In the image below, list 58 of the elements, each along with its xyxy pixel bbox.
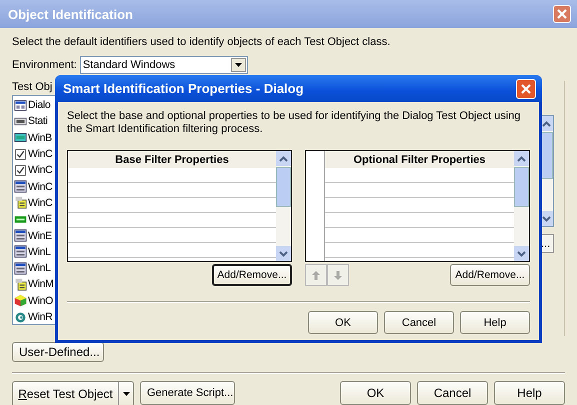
dialog-button[interactable]: OK bbox=[340, 381, 411, 405]
test-object-item[interactable]: Dialo bbox=[13, 97, 57, 114]
scroll-up-icon bbox=[517, 156, 526, 162]
test-object-item[interactable]: Stati bbox=[13, 113, 57, 130]
test-object-item[interactable]: WinL bbox=[13, 260, 57, 276]
dialog-button[interactable]: Cancel bbox=[417, 381, 488, 405]
generate-script-button[interactable]: Generate Script... bbox=[140, 381, 235, 405]
scroll-down-icon bbox=[279, 250, 288, 256]
window-title: Object Identification bbox=[8, 6, 134, 22]
form-icon bbox=[14, 180, 27, 194]
dialog-button[interactable]: Help bbox=[494, 381, 565, 405]
add-remove-button[interactable]: Add/Remove... bbox=[212, 264, 292, 286]
form-icon bbox=[14, 229, 27, 242]
scroll-down-icon bbox=[517, 250, 526, 256]
dropdown-arrow-icon bbox=[122, 392, 130, 396]
scroll-up-icon bbox=[279, 156, 288, 162]
test-object-item[interactable]: WinL bbox=[13, 244, 57, 260]
up-arrow-icon bbox=[311, 270, 321, 280]
reset-split-button[interactable]: Reset Test Object bbox=[12, 381, 134, 405]
add-remove-button[interactable]: Add/Remove... bbox=[450, 264, 530, 286]
test-object-item[interactable]: WinC bbox=[13, 162, 57, 178]
description-text: Select the default identifiers used to identify objects of each Test Object class. bbox=[12, 36, 392, 48]
test-object-item[interactable]: WinC bbox=[13, 146, 57, 162]
test-object-item[interactable]: WinM bbox=[13, 276, 57, 293]
dialog-button[interactable]: Help bbox=[460, 311, 530, 334]
column-header: Base Filter Properties bbox=[68, 151, 276, 168]
dialog-button[interactable]: OK bbox=[308, 311, 378, 334]
dialog-title: Smart Identification Properties - Dialog bbox=[63, 81, 305, 96]
button-icon bbox=[14, 131, 27, 144]
environment-label: Environment: bbox=[12, 59, 77, 71]
scroll-down-icon bbox=[542, 216, 551, 222]
test-object-item[interactable]: WinO bbox=[13, 292, 57, 309]
scrollbar[interactable] bbox=[514, 151, 529, 261]
document-icon bbox=[14, 196, 27, 210]
test-object-item[interactable]: WinC bbox=[13, 178, 57, 195]
test-object-item[interactable]: WinB bbox=[13, 130, 57, 146]
close-icon bbox=[521, 84, 531, 94]
test-objects-label: Test Obj bbox=[12, 81, 54, 93]
user-defined-button[interactable]: User-Defined... bbox=[12, 342, 104, 362]
cube-icon bbox=[14, 294, 27, 308]
test-object-item[interactable]: WinE bbox=[13, 227, 57, 244]
close-button[interactable] bbox=[553, 5, 571, 23]
test-object-item[interactable]: WinC bbox=[13, 194, 57, 212]
test-object-item[interactable]: WinE bbox=[13, 211, 57, 228]
form-icon bbox=[14, 245, 27, 258]
dialog-button[interactable]: Cancel bbox=[384, 311, 454, 334]
dropdown-arrow-icon bbox=[234, 63, 242, 67]
close-button[interactable] bbox=[516, 78, 536, 98]
form-icon bbox=[14, 262, 27, 275]
down-arrow-icon bbox=[333, 270, 343, 280]
scrollbar[interactable] bbox=[276, 151, 291, 261]
dialog-description: Select the base and optional properties to be used for identifying the Dialog Test Object using the Smart Identification filtering process. bbox=[67, 110, 522, 136]
close-icon bbox=[557, 9, 567, 19]
environment-dropdown[interactable]: Standard Windows bbox=[80, 56, 248, 74]
test-object-item[interactable]: WinR bbox=[13, 308, 57, 324]
document-icon bbox=[14, 278, 27, 291]
column-header: Optional Filter Properties bbox=[325, 151, 514, 168]
scroll-up-icon bbox=[542, 120, 551, 126]
